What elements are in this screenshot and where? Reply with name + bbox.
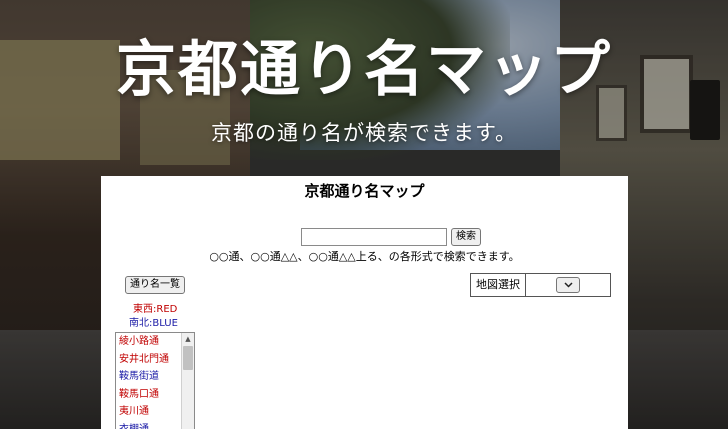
listbox-scrollbar[interactable]: ▲ <box>181 333 194 429</box>
map-select-cell <box>526 274 610 296</box>
map-select-dropdown[interactable] <box>556 277 580 293</box>
map-select-label: 地図選択 <box>471 274 526 296</box>
legend-north-south: 南北:BLUE <box>129 318 178 329</box>
search-hint: ○○通、○○通△△、○○通△△上る、の各形式で検索できます。 <box>209 250 520 263</box>
street-list-button[interactable]: 通り名一覧 <box>125 276 185 294</box>
search-bar: 検索 <box>301 228 481 246</box>
hero-title: 京都通り名マップ <box>116 35 612 105</box>
street-listbox[interactable]: 綾小路通 安井北門通 鞍馬街道 鞍馬口通 夷川通 衣棚通 ▲ <box>115 332 195 429</box>
app-title: 京都通り名マップ <box>304 182 425 200</box>
app-screenshot: 京都通り名マップ 検索 ○○通、○○通△△、○○通△△上る、の各形式で検索できま… <box>101 176 628 429</box>
search-button[interactable]: 検索 <box>451 228 481 246</box>
hero-subtitle: 京都の通り名が検索できます。 <box>211 121 517 145</box>
search-input[interactable] <box>301 228 447 246</box>
map-select-box: 地図選択 <box>470 273 611 297</box>
scroll-thumb[interactable] <box>183 346 193 370</box>
chevron-down-icon <box>563 282 573 288</box>
scroll-up-icon[interactable]: ▲ <box>182 333 194 345</box>
legend-east-west: 東西:RED <box>133 304 178 315</box>
